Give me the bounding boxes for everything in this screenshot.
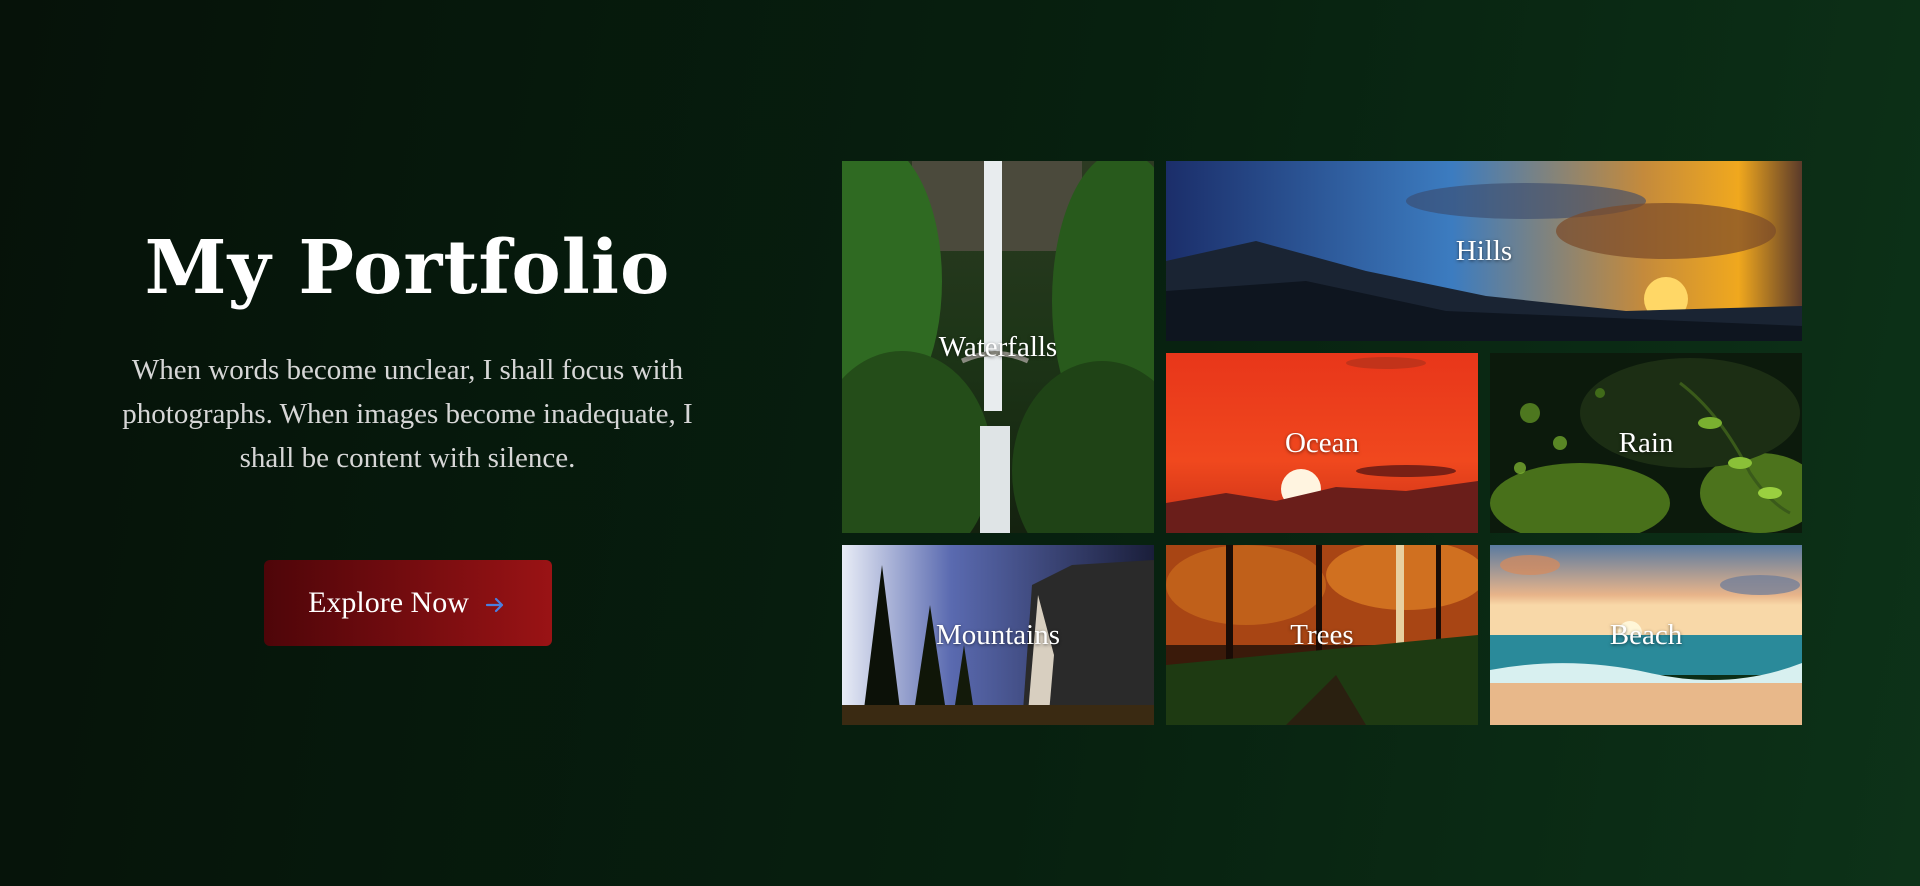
- gallery-tile-hills[interactable]: Hills: [1166, 161, 1802, 341]
- gallery-tile-mountains[interactable]: Mountains: [842, 545, 1154, 725]
- gallery-tile-rain[interactable]: Rain: [1490, 353, 1802, 533]
- explore-now-label: Explore Now: [308, 586, 469, 620]
- hero-tagline: When words become unclear, I shall focus…: [122, 354, 693, 475]
- gallery-tile-beach[interactable]: Beach: [1490, 545, 1802, 725]
- tile-label-mountains: Mountains: [935, 618, 1061, 651]
- gallery-tile-trees[interactable]: Trees: [1166, 545, 1478, 725]
- tile-label-rain: Rain: [1618, 426, 1674, 459]
- page-title: My Portfolio: [144, 225, 671, 311]
- gallery-tile-ocean[interactable]: Ocean: [1166, 353, 1478, 533]
- gallery-tile-waterfalls[interactable]: Waterfalls: [842, 161, 1154, 533]
- arrow-right-icon: [483, 591, 507, 615]
- tile-label-beach: Beach: [1609, 618, 1683, 651]
- hero-section: My Portfolio When words become unclear, …: [80, 220, 735, 647]
- tile-label-trees: Trees: [1290, 618, 1354, 651]
- tile-label-waterfalls: Waterfalls: [938, 330, 1058, 363]
- photo-gallery: Waterfalls Hills Ocean Rain Mountains Tr…: [842, 161, 1802, 725]
- tile-label-hills: Hills: [1455, 234, 1513, 267]
- tile-label-ocean: Ocean: [1284, 426, 1360, 459]
- explore-now-button[interactable]: Explore Now: [263, 560, 552, 647]
